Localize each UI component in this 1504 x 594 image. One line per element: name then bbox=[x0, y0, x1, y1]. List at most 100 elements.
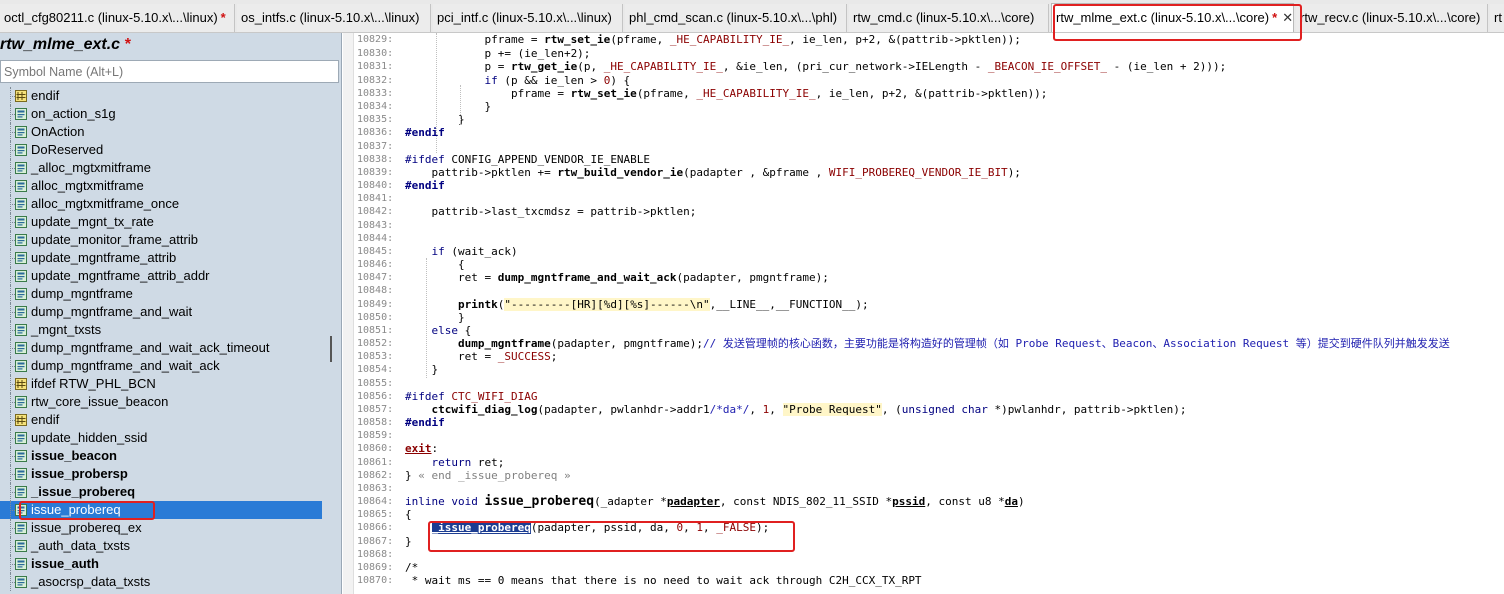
symbol-item[interactable]: _asocrsp_data_txsts bbox=[0, 573, 322, 591]
code-line[interactable]: 10850: } bbox=[343, 311, 1504, 324]
code-token: } bbox=[405, 100, 492, 113]
symbol-item[interactable]: dump_mgntframe_and_wait_ack bbox=[0, 357, 322, 375]
code-token: (pframe, bbox=[636, 87, 697, 100]
symbol-item[interactable]: endif bbox=[0, 411, 322, 429]
code-line[interactable]: 10853: ret = _SUCCESS; bbox=[343, 350, 1504, 363]
code-line[interactable]: 10852: dump_mgntframe(padapter, pmgntfra… bbox=[343, 337, 1504, 350]
code-editor[interactable]: 10829: pframe = rtw_set_ie(pframe, _HE_C… bbox=[343, 33, 1504, 594]
line-number: 10864: bbox=[357, 496, 394, 507]
symbol-item-label: dump_mgntframe_and_wait bbox=[31, 304, 193, 319]
line-number: 10851: bbox=[357, 325, 394, 336]
code-line[interactable]: 10859: bbox=[343, 429, 1504, 442]
code-token: printk bbox=[457, 298, 498, 311]
code-token: dump_mgntframe_and_wait_ack bbox=[497, 271, 677, 284]
code-line[interactable]: 10831: p = rtw_get_ie(p, _HE_CAPABILITY_… bbox=[343, 60, 1504, 73]
code-line[interactable]: 10855: bbox=[343, 377, 1504, 390]
code-line[interactable]: 10839: pattrib->pktlen += rtw_build_vend… bbox=[343, 166, 1504, 179]
symbol-item[interactable]: update_mgntframe_attrib_addr bbox=[0, 267, 322, 285]
symbol-item[interactable]: _auth_data_txsts bbox=[0, 537, 322, 555]
code-line[interactable]: 10846: { bbox=[343, 258, 1504, 271]
tab-phl-cmd-scan[interactable]: phl_cmd_scan.c (linux-5.10.x\...\phl) bbox=[625, 4, 847, 32]
tab-ioctl-cfg80211[interactable]: octl_cfg80211.c (linux-5.10.x\...\linux)… bbox=[0, 4, 235, 32]
code-line[interactable]: 10848: bbox=[343, 284, 1504, 297]
code-token: (padapter, pssid, da, bbox=[530, 521, 677, 534]
code-line[interactable]: 10844: bbox=[343, 232, 1504, 245]
symbol-item[interactable]: OnAction bbox=[0, 123, 322, 141]
code-line[interactable]: 10843: bbox=[343, 219, 1504, 232]
symbol-item[interactable]: update_monitor_frame_attrib bbox=[0, 231, 322, 249]
symbol-item[interactable]: endif bbox=[0, 87, 322, 105]
symbol-item[interactable]: update_mgntframe_attrib bbox=[0, 249, 322, 267]
code-line[interactable]: 10856: #ifdef CTC_WIFI_DIAG bbox=[343, 390, 1504, 403]
code-line[interactable]: 10847: ret = dump_mgntframe_and_wait_ack… bbox=[343, 271, 1504, 284]
code-text: p = rtw_get_ie(p, _HE_CAPABILITY_IE_, &i… bbox=[405, 60, 1226, 73]
code-line[interactable]: 10835: } bbox=[343, 113, 1504, 126]
function-icon bbox=[15, 342, 27, 354]
symbol-item[interactable]: dump_mgntframe bbox=[0, 285, 322, 303]
symbol-item[interactable]: dump_mgntframe_and_wait bbox=[0, 303, 322, 321]
symbol-item[interactable]: alloc_mgtxmitframe_once bbox=[0, 195, 322, 213]
code-token: (wait_ack) bbox=[444, 245, 518, 258]
symbol-item[interactable]: issue_probereq_ex bbox=[0, 519, 322, 537]
symbol-item[interactable]: ifdef RTW_PHL_BCN bbox=[0, 375, 322, 393]
function-icon bbox=[15, 504, 27, 516]
symbol-item[interactable]: _alloc_mgtxmitframe bbox=[0, 159, 322, 177]
code-line[interactable]: 10864: inline void issue_probereq(_adapte… bbox=[343, 495, 1504, 508]
code-line[interactable]: 10869: /* bbox=[343, 561, 1504, 574]
tab-rtw-mlme-ext[interactable]: rtw_mlme_ext.c (linux-5.10.x\...\core) * ✕ bbox=[1051, 3, 1294, 32]
symbol-item[interactable]: _mgnt_txsts bbox=[0, 321, 322, 339]
code-line[interactable]: 10861: return ret; bbox=[343, 456, 1504, 469]
code-line[interactable]: 10841: bbox=[343, 192, 1504, 205]
symbol-item[interactable]: issue_beacon bbox=[0, 447, 322, 465]
symbol-item[interactable]: update_hidden_ssid bbox=[0, 429, 322, 447]
code-line[interactable]: 10865: { bbox=[343, 508, 1504, 521]
code-token: unsigned char bbox=[901, 403, 988, 416]
code-line[interactable]: 10832: if (p && ie_len > 0) { bbox=[343, 74, 1504, 87]
tab-overflow[interactable]: rt bbox=[1490, 4, 1504, 32]
tab-rtw-recv[interactable]: rtw_recv.c (linux-5.10.x\...\core) bbox=[1296, 4, 1488, 32]
code-line[interactable]: 10842: pattrib->last_txcmdsz = pattrib->… bbox=[343, 205, 1504, 218]
code-line[interactable]: 10858: #endif bbox=[343, 416, 1504, 429]
symbol-item-label: _auth_data_txsts bbox=[31, 538, 131, 553]
code-line[interactable]: 10830: p += (ie_len+2); bbox=[343, 47, 1504, 60]
code-line[interactable]: 10849: printk("---------[HR][%d][%s]----… bbox=[343, 298, 1504, 311]
symbol-item[interactable]: issue_probersp bbox=[0, 465, 322, 483]
code-token: ctcwifi_diag_log bbox=[431, 403, 538, 416]
code-line[interactable]: 10834: } bbox=[343, 100, 1504, 113]
code-line[interactable]: 10833: pframe = rtw_set_ie(pframe, _HE_C… bbox=[343, 87, 1504, 100]
tab-rtw-cmd[interactable]: rtw_cmd.c (linux-5.10.x\...\core) bbox=[849, 4, 1049, 32]
symbol-item[interactable]: update_mgnt_tx_rate bbox=[0, 213, 322, 231]
symbol-item[interactable]: alloc_mgtxmitframe bbox=[0, 177, 322, 195]
symbol-item[interactable]: issue_probereq bbox=[0, 501, 322, 519]
code-line[interactable]: 10854: } bbox=[343, 363, 1504, 376]
symbol-item[interactable]: _issue_probereq bbox=[0, 483, 322, 501]
selected-identifier: _issue_probereq bbox=[431, 521, 531, 534]
code-line[interactable]: 10836: #endif bbox=[343, 126, 1504, 139]
symbol-item[interactable]: DoReserved bbox=[0, 141, 322, 159]
code-line[interactable]: 10837: bbox=[343, 140, 1504, 153]
code-token: if bbox=[405, 74, 498, 87]
code-line[interactable]: 10860: exit: bbox=[343, 442, 1504, 455]
code-line[interactable]: 10845: if (wait_ack) bbox=[343, 245, 1504, 258]
line-number: 10842: bbox=[357, 206, 394, 217]
code-line[interactable]: 10870: * wait ms == 0 means that there i… bbox=[343, 574, 1504, 587]
tab-os-intfs[interactable]: os_intfs.c (linux-5.10.x\...\linux) bbox=[237, 4, 431, 32]
code-line[interactable]: 10851: else { bbox=[343, 324, 1504, 337]
code-line[interactable]: 10840: #endif bbox=[343, 179, 1504, 192]
symbol-list-scrollbar[interactable] bbox=[330, 336, 332, 362]
symbol-item[interactable]: on_action_s1g bbox=[0, 105, 322, 123]
tab-close-icon[interactable]: ✕ bbox=[1282, 10, 1293, 25]
code-token: WIFI_PROBEREQ_VENDOR_IE_BIT bbox=[828, 166, 1008, 179]
code-line[interactable]: 10868: bbox=[343, 548, 1504, 561]
code-line[interactable]: 10829: pframe = rtw_set_ie(pframe, _HE_C… bbox=[343, 33, 1504, 46]
tab-pci-intf[interactable]: pci_intf.c (linux-5.10.x\...\linux) bbox=[433, 4, 623, 32]
symbol-item[interactable]: rtw_core_issue_beacon bbox=[0, 393, 322, 411]
code-line[interactable]: 10866: _issue_probereq(padapter, pssid, … bbox=[343, 521, 1504, 534]
code-line[interactable]: 10867:} bbox=[343, 535, 1504, 548]
code-line[interactable]: 10857: ctcwifi_diag_log(padapter, pwlanh… bbox=[343, 403, 1504, 416]
symbol-item[interactable]: dump_mgntframe_and_wait_ack_timeout bbox=[0, 339, 322, 357]
symbol-search-input[interactable] bbox=[0, 60, 339, 83]
code-line[interactable]: 10862:} « end _issue_probereq » bbox=[343, 469, 1504, 482]
symbol-item[interactable]: issue_auth bbox=[0, 555, 322, 573]
code-line[interactable]: 10838: #ifdef CONFIG_APPEND_VENDOR_IE_ENA… bbox=[343, 153, 1504, 166]
